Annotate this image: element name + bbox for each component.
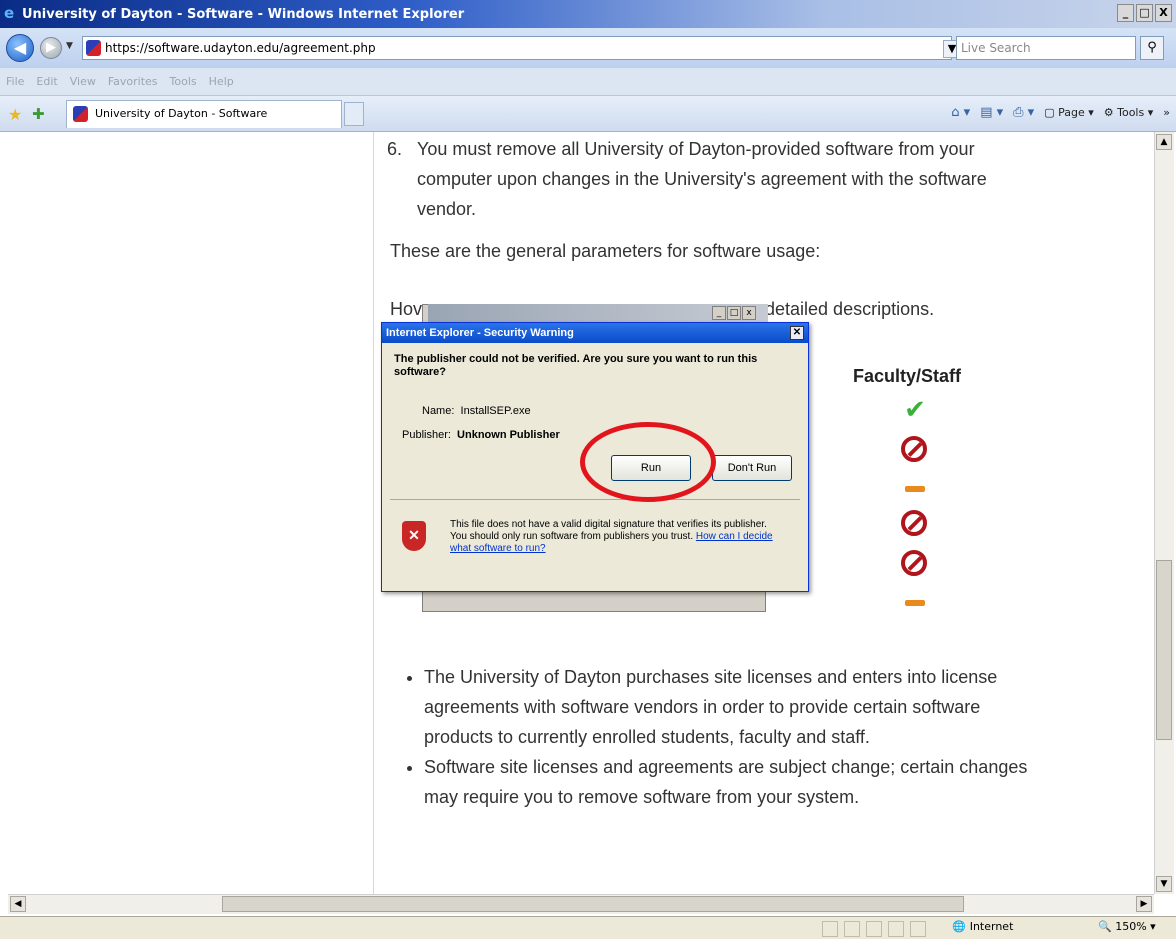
window-title: University of Dayton - Software - Window… (22, 6, 465, 22)
address-toolbar: ◀ ▶ ▼ https://software.udayton.edu/agree… (0, 28, 1176, 68)
security-zone[interactable]: 🌐 Internet (952, 920, 1013, 933)
menu-tools[interactable]: Tools (170, 75, 197, 88)
page-menu-label: Page (1058, 106, 1085, 119)
faculty-staff-header: Faculty/Staff (853, 366, 962, 386)
print-icon[interactable]: ⎙ ▾ (1013, 105, 1034, 120)
forward-button[interactable]: ▶ (40, 37, 62, 59)
tab-favicon-icon (73, 106, 88, 122)
new-tab-button[interactable] (344, 102, 364, 126)
agreement-item-6: 6. You must remove all University of Day… (387, 134, 1047, 224)
however-end: detailed descriptions. (765, 299, 935, 319)
zone-label: Internet (969, 920, 1014, 933)
minimize-button[interactable]: _ (1117, 4, 1134, 22)
publisher-value: Unknown Publisher (457, 429, 560, 441)
dont-run-button[interactable]: Don't Run (712, 455, 792, 481)
page-content: 6. You must remove all University of Day… (8, 132, 1154, 894)
dialog-question: The publisher could not be verified. Are… (394, 353, 758, 378)
dialog-title: Internet Explorer - Security Warning (386, 327, 574, 339)
no-icon (901, 436, 927, 462)
ie-logo-icon: e (4, 4, 15, 22)
general-parameters-text: These are the general parameters for sof… (390, 241, 821, 261)
scroll-up-icon[interactable]: ▲ (1156, 134, 1172, 150)
page-menu[interactable]: ▢ Page ▾ (1044, 106, 1094, 119)
zoom-icon: 🔍 (1098, 920, 1112, 933)
status-pane (910, 921, 926, 937)
favorites-star-icon[interactable]: ★ (8, 105, 22, 124)
close-icon[interactable]: x (742, 306, 756, 320)
globe-icon: 🌐 (952, 920, 966, 933)
status-pane (822, 921, 838, 937)
home-icon[interactable]: ⌂ ▾ (951, 105, 970, 120)
menu-help[interactable]: Help (209, 75, 234, 88)
list-item: The University of Dayton purchases site … (424, 662, 1050, 752)
scroll-left-icon[interactable]: ◀ (10, 896, 26, 912)
zoom-level: 150% (1115, 920, 1147, 933)
item-number: 6. (387, 139, 403, 159)
add-favorite-icon[interactable]: ✚ (32, 105, 45, 123)
publisher-row: Publisher: Unknown Publisher (402, 429, 560, 441)
feeds-icon[interactable]: ▤ ▾ (980, 105, 1003, 120)
status-pane (888, 921, 904, 937)
scroll-right-icon[interactable]: ▶ (1136, 896, 1152, 912)
vertical-scrollbar[interactable] (1154, 132, 1174, 894)
dialog-title-bar: Internet Explorer - Security Warning ✕ (382, 323, 808, 343)
status-bar: 🌐 Internet 🔍 150% ▾ (0, 916, 1176, 939)
name-label: Name: (422, 405, 455, 417)
search-icon[interactable]: ⚲ (1140, 36, 1164, 60)
publisher-label: Publisher: (402, 429, 451, 441)
no-icon (901, 510, 927, 536)
list-item: Software site licenses and agreements ar… (424, 752, 1050, 812)
partial-icon (905, 600, 925, 606)
menu-view[interactable]: View (70, 75, 96, 88)
command-bar: ⌂ ▾ ▤ ▾ ⎙ ▾ ▢ Page ▾ ⚙ Tools ▾ » (951, 105, 1170, 120)
check-icon: ✔ (904, 395, 926, 425)
history-dropdown-icon[interactable]: ▼ (66, 41, 73, 51)
dialog-close-icon[interactable]: ✕ (790, 326, 804, 340)
menu-bar: File Edit View Favorites Tools Help (0, 68, 1176, 96)
horizontal-scroll-thumb[interactable] (222, 896, 964, 912)
menu-favorites[interactable]: Favorites (108, 75, 158, 88)
partial-icon (905, 486, 925, 492)
browser-tab[interactable]: University of Dayton - Software (66, 100, 342, 128)
favorites-bar: ★ ✚ University of Dayton - Software ⌂ ▾ … (0, 96, 1176, 132)
dialog-divider (390, 499, 800, 500)
menu-file[interactable]: File (6, 75, 24, 88)
address-field[interactable]: https://software.udayton.edu/agreement.p… (82, 36, 1027, 60)
tools-menu-label: Tools (1117, 106, 1145, 119)
vertical-scroll-thumb[interactable] (1156, 560, 1172, 740)
name-row: Name: InstallSEP.exe (422, 405, 531, 417)
status-pane (844, 921, 860, 937)
site-favicon-icon (86, 40, 101, 56)
tools-icon: ⚙ (1103, 106, 1118, 119)
no-icon (901, 550, 927, 576)
scroll-down-icon[interactable]: ▼ (1156, 876, 1172, 892)
download-dialog-controls: _ □ x (712, 306, 756, 320)
menu-edit[interactable]: Edit (36, 75, 57, 88)
shield-warning-icon: ✕ (402, 521, 426, 551)
window-controls: _ □ X (1117, 4, 1172, 22)
tab-title: University of Dayton - Software (95, 107, 268, 120)
close-button[interactable]: X (1155, 4, 1172, 22)
status-pane (866, 921, 882, 937)
name-value: InstallSEP.exe (460, 405, 531, 417)
left-column (8, 132, 374, 894)
back-button[interactable]: ◀ (6, 34, 34, 62)
tools-menu[interactable]: ⚙ Tools ▾ (1104, 106, 1154, 119)
license-bullets: The University of Dayton purchases site … (390, 662, 1050, 812)
item-6-text: You must remove all University of Dayton… (417, 139, 987, 219)
maximize-icon[interactable]: □ (727, 306, 741, 320)
address-url: https://software.udayton.edu/agreement.p… (105, 41, 376, 55)
dialog-warning: This file does not have a valid digital … (450, 519, 780, 555)
window-title-bar: e University of Dayton - Software - Wind… (0, 0, 1176, 28)
minimize-icon[interactable]: _ (712, 306, 726, 320)
highlight-circle (580, 422, 716, 502)
chevron-more-icon[interactable]: » (1163, 106, 1170, 119)
zoom-control[interactable]: 🔍 150% ▾ (1098, 920, 1156, 933)
search-input[interactable]: Live Search (956, 36, 1136, 60)
maximize-button[interactable]: □ (1136, 4, 1153, 22)
page-icon: ▢ (1044, 106, 1059, 119)
